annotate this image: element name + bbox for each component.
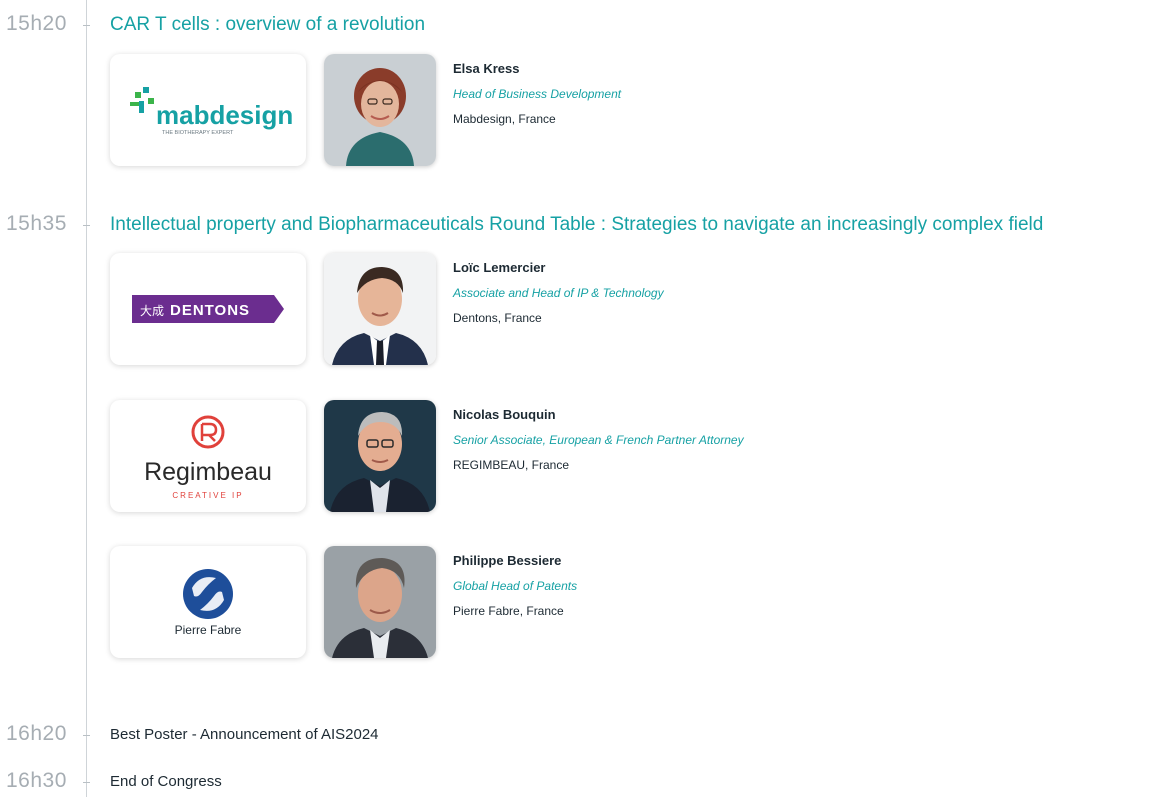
speaker-photo-nicolas-bouquin: [324, 400, 436, 512]
session-title[interactable]: CAR T cells : overview of a revolution: [110, 14, 425, 36]
regimbeau-tagline: CREATIVE IP: [172, 491, 243, 500]
speaker-role: Head of Business Development: [453, 87, 622, 101]
speaker-organization: Dentons, France: [453, 311, 542, 325]
session-title[interactable]: Intellectual property and Biopharmaceuti…: [110, 214, 1043, 236]
speaker-photo-philippe-bessiere: [324, 546, 436, 658]
dentons-logo-prefix: 大成: [140, 304, 164, 318]
speaker-photo-elsa-kress: [324, 54, 436, 166]
regimbeau-logo[interactable]: Regimbeau CREATIVE IP: [110, 400, 306, 512]
speaker-organization: Mabdesign, France: [453, 112, 556, 126]
speaker-role: Associate and Head of IP & Technology: [453, 286, 664, 300]
session-time: 15h35: [6, 212, 67, 235]
dentons-wordmark: DENTONS: [170, 302, 250, 319]
speaker-role: Global Head of Patents: [453, 579, 578, 593]
dentons-logo[interactable]: 大成 DENTONS: [110, 253, 306, 365]
mabdesign-logo[interactable]: mabdesign THE BIOTHERAPY EXPERT: [110, 54, 306, 166]
pierre-fabre-wordmark: Pierre Fabre: [175, 623, 242, 637]
session-time: 16h20: [6, 722, 67, 745]
pierre-fabre-logo[interactable]: Pierre Fabre: [110, 546, 306, 658]
mabdesign-tagline: THE BIOTHERAPY EXPERT: [162, 130, 234, 136]
session-title[interactable]: End of Congress: [110, 773, 222, 790]
timeline-tick: [83, 782, 90, 783]
speaker-name: Elsa Kress: [453, 61, 520, 76]
session-time: 15h20: [6, 12, 67, 35]
timeline-tick: [83, 25, 90, 26]
speaker-role: Senior Associate, European & French Part…: [453, 433, 744, 447]
regimbeau-wordmark: Regimbeau: [144, 458, 272, 486]
timeline-line: [86, 0, 87, 797]
speaker-organization: REGIMBEAU, France: [453, 458, 570, 472]
speaker-name: Nicolas Bouquin: [453, 407, 556, 422]
timeline-tick: [83, 735, 90, 736]
timeline-tick: [83, 225, 90, 226]
speaker-photo-loic-lemercier: [324, 253, 436, 365]
mabdesign-wordmark: mabdesign: [156, 100, 293, 130]
session-time: 16h30: [6, 769, 67, 792]
speaker-organization: Pierre Fabre, France: [453, 604, 564, 618]
speaker-name: Loïc Lemercier: [453, 260, 546, 275]
session-title[interactable]: Best Poster - Announcement of AIS2024: [110, 726, 379, 743]
speaker-name: Philippe Bessiere: [453, 553, 562, 568]
